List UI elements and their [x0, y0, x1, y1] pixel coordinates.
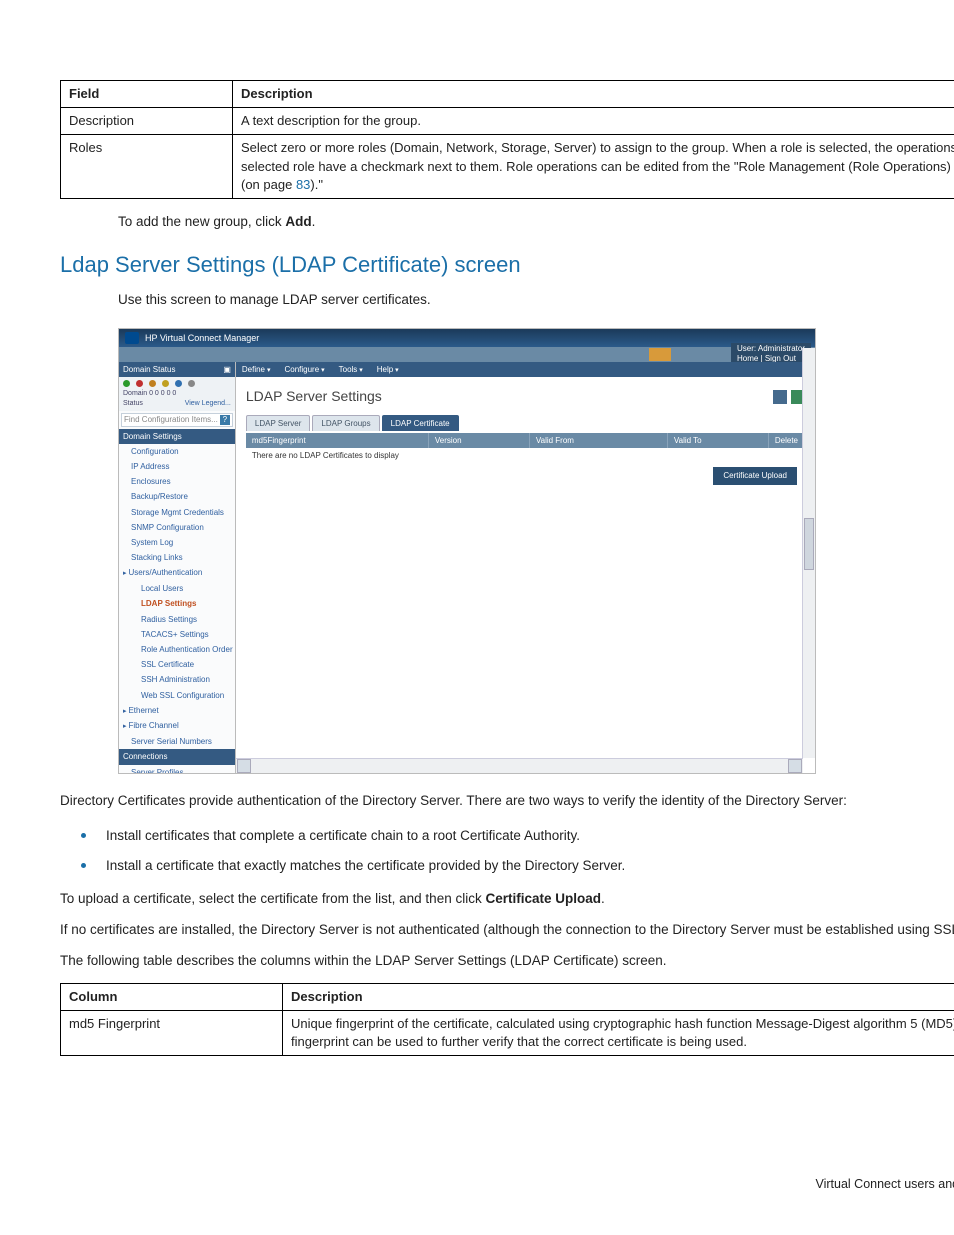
add-group-instruction: To add the new group, click Add. [118, 213, 954, 232]
status-icons-panel: Domain 0 0 0 0 0 Status View Legend... [119, 377, 235, 411]
status-unknown-icon [188, 380, 195, 387]
sidebar-item[interactable]: Role Authentication Order [119, 642, 235, 657]
th-description: Description [283, 983, 954, 1010]
ldap-screenshot: HP Virtual Connect Manager User: Adminis… [118, 328, 816, 774]
scrollbar-thumb[interactable] [804, 518, 814, 570]
section-heading: Ldap Server Settings (LDAP Certificate) … [60, 250, 954, 281]
domain-settings-header: Domain Settings [119, 429, 235, 444]
status-caution-icon [162, 380, 169, 387]
th-description: Description [233, 81, 954, 108]
sidebar-item[interactable]: LDAP Settings [119, 596, 235, 611]
sidebar-item[interactable]: Local Users [119, 581, 235, 596]
menu-item[interactable]: Define [242, 364, 271, 376]
sidebar-item[interactable]: System Log [119, 535, 235, 550]
sidebar-item[interactable]: Configuration [119, 444, 235, 459]
tab[interactable]: LDAP Server [246, 415, 311, 431]
tab-bar: LDAP ServerLDAP GroupsLDAP Certificate [246, 415, 805, 431]
status-error-icon [136, 380, 143, 387]
table-intro-text: The following table describes the column… [60, 952, 954, 971]
th-field: Field [61, 81, 233, 108]
tab[interactable]: LDAP Certificate [382, 415, 459, 431]
sidebar-item[interactable]: SSL Certificate [119, 657, 235, 672]
top-band: User: Administrator Home | Sign Out [119, 347, 815, 362]
home-icon[interactable] [649, 348, 671, 361]
tab[interactable]: LDAP Groups [312, 415, 379, 431]
directory-cert-text: Directory Certificates provide authentic… [60, 792, 954, 811]
nav-category-users[interactable]: Users/Authentication [119, 565, 235, 581]
horizontal-scrollbar[interactable] [236, 758, 803, 773]
menu-item[interactable]: Tools [339, 364, 363, 376]
certificate-upload-button[interactable]: Certificate Upload [713, 467, 797, 484]
vertical-scrollbar[interactable] [802, 348, 815, 758]
sidebar-item[interactable]: SSH Administration [119, 672, 235, 687]
table-row: md5 Fingerprint Unique fingerprint of th… [61, 1011, 954, 1056]
menubar: Define Configure Tools Help [236, 362, 815, 378]
column-description-table: Column Description md5 Fingerprint Uniqu… [60, 983, 954, 1057]
list-item: Install a certificate that exactly match… [98, 852, 954, 876]
view-legend-link[interactable]: View Legend... [185, 399, 231, 409]
sidebar-item[interactable]: Web SSL Configuration [119, 688, 235, 703]
no-cert-text: If no certificates are installed, the Di… [60, 921, 954, 940]
main-panel: Define Configure Tools Help LDAP Server Set… [236, 362, 815, 773]
scroll-left-icon[interactable] [237, 759, 251, 773]
sidebar-item[interactable]: Server Serial Numbers [119, 734, 235, 749]
sidebar-item[interactable]: Backup/Restore [119, 489, 235, 504]
list-item: Install certificates that complete a cer… [98, 822, 954, 846]
sidebar-item[interactable]: Server Profiles [119, 765, 235, 773]
intro-text: Use this screen to manage LDAP server ce… [118, 291, 954, 310]
page-link[interactable]: 83 [296, 177, 310, 192]
sidebar-item[interactable]: Enclosures [119, 474, 235, 489]
search-help-icon[interactable]: ? [220, 415, 230, 425]
left-sidebar: Domain Status▣ Domain 0 0 0 0 0 Status [119, 362, 236, 773]
table-row: Description A text description for the g… [61, 108, 954, 135]
print-icon[interactable] [773, 390, 787, 404]
menu-item[interactable]: Help [377, 364, 399, 376]
th-column: Column [61, 983, 283, 1010]
sidebar-item[interactable]: IP Address [119, 459, 235, 474]
empty-message: There are no LDAP Certificates to displa… [246, 448, 805, 463]
sidebar-item[interactable]: Radius Settings [119, 612, 235, 627]
sidebar-item[interactable]: Storage Mgmt Credentials [119, 505, 235, 520]
field-description-table: Field Description Description A text des… [60, 80, 954, 199]
page-title: LDAP Server Settings [246, 387, 805, 407]
upload-instruction: To upload a certificate, select the cert… [60, 890, 954, 909]
sidebar-item[interactable]: SNMP Configuration [119, 520, 235, 535]
window-title-bar: HP Virtual Connect Manager [119, 329, 815, 347]
nav-category[interactable]: Ethernet [119, 703, 235, 719]
menu-item[interactable]: Configure [284, 364, 324, 376]
bullet-list: Install certificates that complete a cer… [60, 822, 954, 876]
status-ok-icon [123, 380, 130, 387]
table-row: Roles Select zero or more roles (Domain,… [61, 135, 954, 199]
sidebar-item[interactable]: Stacking Links [119, 550, 235, 565]
connections-header: Connections [119, 749, 235, 764]
collapse-icon[interactable]: ▣ [223, 364, 231, 375]
status-info-icon [175, 380, 182, 387]
scroll-right-icon[interactable] [788, 759, 802, 773]
nav-tree: ConfigurationIP AddressEnclosuresBackup/… [119, 444, 235, 773]
page-footer: Virtual Connect users and roles 73 [60, 1176, 954, 1194]
domain-status-header: Domain Status▣ [119, 362, 235, 377]
hp-logo-icon [125, 332, 139, 344]
nav-category[interactable]: Fibre Channel [119, 718, 235, 734]
status-warn-icon [149, 380, 156, 387]
search-input[interactable]: Find Configuration Items... ? [121, 413, 233, 427]
cert-table-header: md5Fingerprint Version Valid From Valid … [246, 433, 805, 448]
sidebar-item[interactable]: TACACS+ Settings [119, 627, 235, 642]
